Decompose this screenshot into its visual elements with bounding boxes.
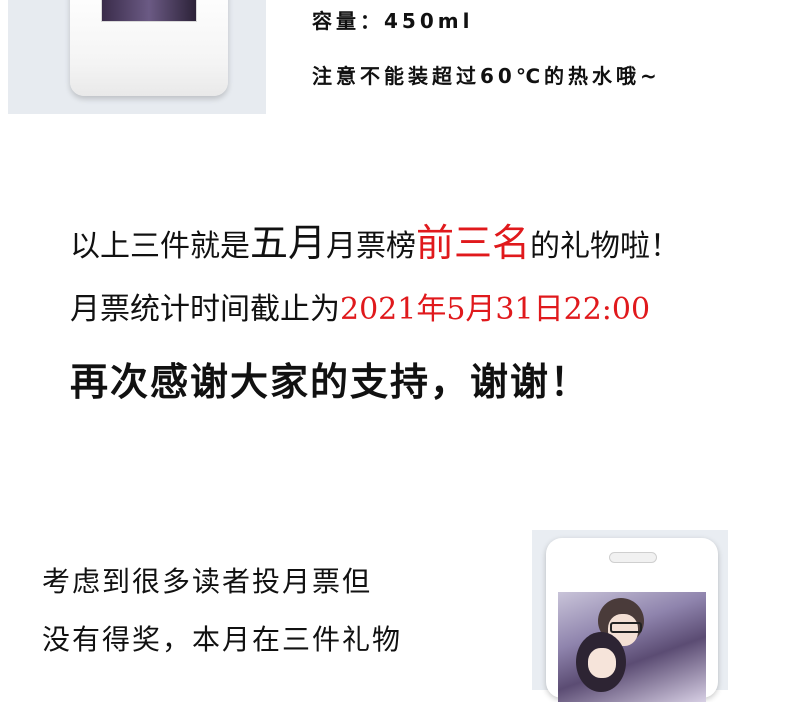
lanyard-slot xyxy=(609,552,657,563)
announcement-ranking: 月票榜 xyxy=(326,229,417,264)
announcement-prefix: 以上三件就是 xyxy=(70,229,250,264)
character-glasses xyxy=(610,622,642,633)
deadline-value: 2021年5月31日22:00 xyxy=(340,292,651,327)
capacity-text: 容量：450ml xyxy=(312,9,474,33)
announcement-top-three: 前三名 xyxy=(416,221,531,265)
card-artwork xyxy=(558,592,706,702)
bottom-text-line-2: 没有得奖，本月在三件礼物 xyxy=(42,623,403,656)
thanks-line: 再次感谢大家的支持，谢谢！ xyxy=(70,360,591,404)
bottle-artwork-window xyxy=(101,0,197,22)
bottom-text-line-1: 考虑到很多读者投月票但 xyxy=(42,565,373,598)
water-bottle-image xyxy=(70,0,228,96)
announcement-line-2: 月票统计时间截止为2021年5月31日22:00 xyxy=(70,284,650,328)
hot-water-warning-text: 注意不能装超过60℃的热水哦~ xyxy=(312,64,661,88)
character-face-2 xyxy=(588,648,616,678)
announcement-suffix: 的礼物啦！ xyxy=(530,229,681,264)
card-holder-image xyxy=(546,538,718,702)
bottle-product-photo xyxy=(8,0,266,114)
deadline-label: 月票统计时间截止为 xyxy=(70,292,340,327)
announcement-month: 五月 xyxy=(250,221,327,265)
card-holder-product-photo xyxy=(532,530,728,702)
announcement-line-1: 以上三件就是五月月票榜前三名的礼物啦！ xyxy=(70,212,680,267)
